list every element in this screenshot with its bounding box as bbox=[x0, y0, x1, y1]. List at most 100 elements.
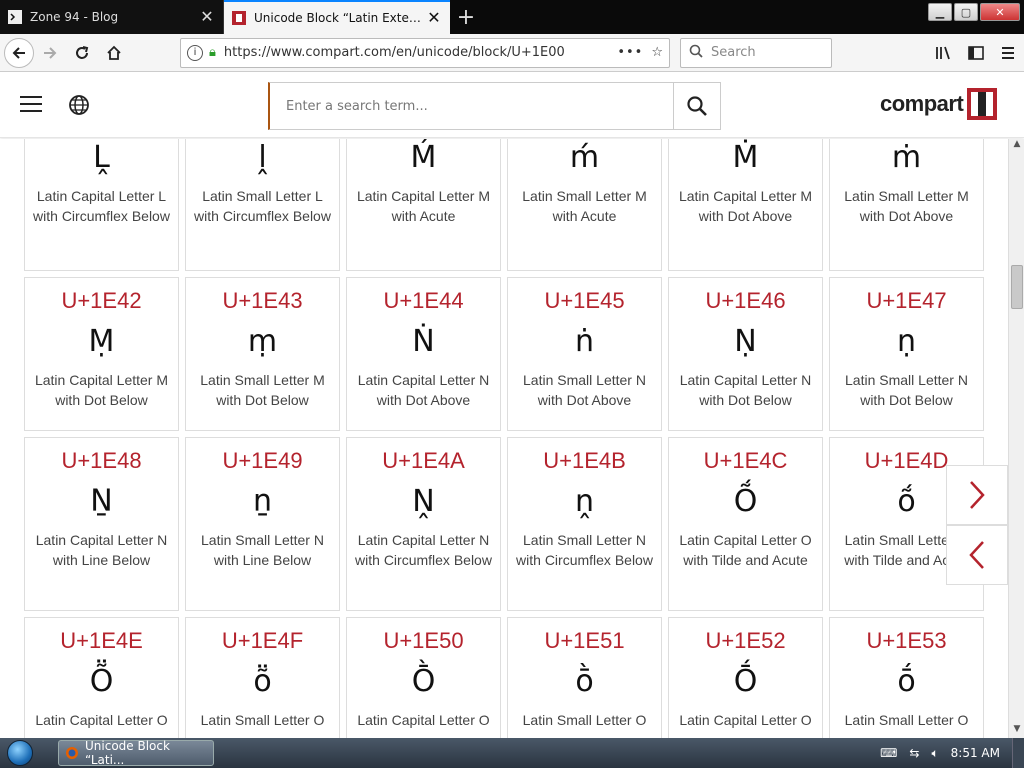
url-bar[interactable]: i 🔒︎ https://www.compart.com/en/unicode/… bbox=[180, 37, 670, 68]
tab-unicode-block[interactable]: Unicode Block “Latin Extended Additional… bbox=[224, 0, 450, 34]
home-button[interactable] bbox=[98, 37, 130, 69]
volume-icon[interactable]: 🔈︎ bbox=[931, 746, 938, 761]
character-card[interactable]: U+1E4A Ṋ Latin Capital Letter N with Circu… bbox=[346, 437, 501, 611]
codepoint-label[interactable]: U+1E4C bbox=[669, 448, 822, 474]
site-search-button[interactable] bbox=[673, 82, 721, 130]
scroll-down-icon[interactable]: ▼ bbox=[1009, 724, 1024, 738]
codepoint-label[interactable]: U+1E46 bbox=[669, 288, 822, 314]
character-card[interactable]: U+1E4E Ṏ Latin Capital Letter O bbox=[24, 617, 179, 738]
character-card[interactable]: U+1E47 ṇ Latin Small Letter N with Dot Bel… bbox=[829, 277, 984, 431]
character-card[interactable]: U+1E51 ṑ Latin Small Letter O bbox=[507, 617, 662, 738]
codepoint-label[interactable]: U+1E4B bbox=[508, 448, 661, 474]
search-placeholder: Search bbox=[711, 45, 756, 60]
codepoint-label[interactable]: U+1E49 bbox=[186, 448, 339, 474]
tab-zone94-blog[interactable]: Zone 94 - Blog ✕ bbox=[0, 0, 224, 34]
tab-bar: Zone 94 - Blog ✕ Unicode Block “Latin Ex… bbox=[0, 0, 1024, 34]
scrollbar-thumb[interactable] bbox=[1011, 265, 1023, 309]
codepoint-label[interactable]: U+1E51 bbox=[508, 628, 661, 654]
character-glyph: Ḽ bbox=[93, 140, 110, 175]
vertical-scrollbar[interactable]: ▲ ▼ bbox=[1008, 139, 1024, 738]
character-glyph: ḿ bbox=[569, 140, 600, 175]
character-card[interactable]: U+1E53 ṓ Latin Small Letter O bbox=[829, 617, 984, 738]
codepoint-label[interactable]: U+1E50 bbox=[347, 628, 500, 654]
codepoint-label[interactable]: U+1E47 bbox=[830, 288, 983, 314]
character-name: Latin Capital Letter N with Line Below bbox=[35, 532, 168, 568]
toolbar-right bbox=[928, 37, 1024, 69]
show-desktop-button[interactable] bbox=[1012, 738, 1024, 768]
codepoint-label[interactable]: U+1E4A bbox=[347, 448, 500, 474]
character-card[interactable]: ḽ Latin Small Letter L with Circumflex Be… bbox=[185, 139, 340, 271]
window-controls: ▁ ▢ ✕ bbox=[928, 3, 1020, 21]
globe-icon[interactable] bbox=[68, 94, 90, 116]
character-name: Latin Capital Letter O bbox=[679, 712, 812, 728]
character-card[interactable]: Ṁ Latin Capital Letter M with Dot Above bbox=[668, 139, 823, 271]
character-card[interactable]: U+1E50 Ṑ Latin Capital Letter O bbox=[346, 617, 501, 738]
character-card[interactable]: U+1E46 Ṇ Latin Capital Letter N with Dot B… bbox=[668, 277, 823, 431]
bookmark-star-icon[interactable]: ☆ bbox=[651, 45, 663, 60]
character-card[interactable]: U+1E4C Ṍ Latin Capital Letter O with Tilde… bbox=[668, 437, 823, 611]
menu-icon[interactable] bbox=[992, 37, 1024, 69]
start-button[interactable] bbox=[0, 738, 40, 768]
character-card[interactable]: U+1E44 Ṅ Latin Capital Letter N with Dot A… bbox=[346, 277, 501, 431]
character-card[interactable]: ṁ Latin Small Letter M with Dot Above bbox=[829, 139, 984, 271]
tab-close-icon[interactable]: ✕ bbox=[199, 9, 215, 25]
codepoint-label[interactable]: U+1E48 bbox=[25, 448, 178, 474]
codepoint-label[interactable]: U+1E45 bbox=[508, 288, 661, 314]
character-glyph: ṅ bbox=[574, 324, 594, 359]
character-card[interactable]: Ḿ Latin Capital Letter M with Acute bbox=[346, 139, 501, 271]
character-name: Latin Capital Letter M with Dot Above bbox=[678, 188, 813, 224]
character-card[interactable]: U+1E52 Ṓ Latin Capital Letter O bbox=[668, 617, 823, 738]
reload-button[interactable] bbox=[66, 37, 98, 69]
info-icon[interactable]: i bbox=[187, 44, 203, 61]
character-glyph: Ṁ bbox=[732, 140, 759, 175]
forward-button[interactable] bbox=[34, 37, 66, 69]
character-glyph: Ṍ bbox=[733, 484, 758, 519]
network-icon[interactable]: ⇆ bbox=[909, 746, 919, 760]
character-card[interactable]: ḿ Latin Small Letter M with Acute bbox=[507, 139, 662, 271]
previous-button[interactable] bbox=[946, 525, 1008, 585]
tab-close-icon[interactable]: ✕ bbox=[426, 10, 442, 26]
character-card[interactable]: U+1E42 Ṃ Latin Capital Letter M with Dot B… bbox=[24, 277, 179, 431]
browser-search-input[interactable]: Search bbox=[680, 37, 832, 68]
terminal-favicon-icon bbox=[8, 10, 22, 24]
back-button[interactable] bbox=[4, 37, 34, 68]
codepoint-label[interactable]: U+1E53 bbox=[830, 628, 983, 654]
character-card[interactable]: U+1E4F ṏ Latin Small Letter O bbox=[185, 617, 340, 738]
codepoint-label[interactable]: U+1E44 bbox=[347, 288, 500, 314]
library-icon[interactable] bbox=[928, 37, 960, 69]
character-card[interactable]: U+1E49 ṉ Latin Small Letter N with Line Be… bbox=[185, 437, 340, 611]
character-card[interactable]: U+1E4B ṋ Latin Small Letter N with Circumf… bbox=[507, 437, 662, 611]
character-card[interactable]: U+1E45 ṅ Latin Small Letter N with Dot Abo… bbox=[507, 277, 662, 431]
keyboard-icon[interactable]: ⌨ bbox=[880, 746, 897, 760]
taskbar-item-browser[interactable]: Unicode Block “Lati... bbox=[58, 739, 214, 767]
sidebar-icon[interactable] bbox=[960, 37, 992, 69]
clock[interactable]: 8:51 AM bbox=[951, 746, 1000, 760]
codepoint-label[interactable]: U+1E43 bbox=[186, 288, 339, 314]
next-button[interactable] bbox=[946, 465, 1008, 525]
character-card[interactable]: Ḽ Latin Capital Letter L with Circumflex … bbox=[24, 139, 179, 271]
page-actions-icon[interactable]: ••• bbox=[617, 45, 643, 60]
scroll-up-icon[interactable]: ▲ bbox=[1009, 139, 1024, 153]
codepoint-label[interactable]: U+1E42 bbox=[25, 288, 178, 314]
maximize-button[interactable]: ▢ bbox=[954, 3, 978, 21]
chevron-left-icon bbox=[969, 541, 984, 569]
lock-icon[interactable]: 🔒︎ bbox=[209, 45, 216, 60]
url-text[interactable]: https://www.compart.com/en/unicode/block… bbox=[224, 45, 609, 60]
character-name: Latin Capital Letter O with Tilde and Ac… bbox=[679, 532, 812, 568]
codepoint-label[interactable]: U+1E52 bbox=[669, 628, 822, 654]
character-name: Latin Capital Letter M with Acute bbox=[356, 188, 491, 224]
hamburger-menu-icon[interactable] bbox=[20, 96, 42, 112]
close-window-button[interactable]: ✕ bbox=[980, 3, 1020, 21]
site-search-input[interactable]: Enter a search term... bbox=[268, 82, 674, 130]
minimize-button[interactable]: ▁ bbox=[928, 3, 952, 21]
new-tab-icon[interactable]: + bbox=[450, 0, 482, 34]
windows-logo-icon bbox=[7, 740, 33, 766]
codepoint-label[interactable]: U+1E4F bbox=[186, 628, 339, 654]
compart-logo[interactable]: compart bbox=[880, 88, 998, 120]
character-glyph: ṓ bbox=[897, 664, 916, 699]
reload-icon bbox=[76, 45, 89, 59]
codepoint-label[interactable]: U+1E4E bbox=[25, 628, 178, 654]
character-name: Latin Small Letter M with Dot Below bbox=[200, 372, 325, 408]
character-card[interactable]: U+1E48 Ṉ Latin Capital Letter N with Line … bbox=[24, 437, 179, 611]
character-card[interactable]: U+1E43 ṃ Latin Small Letter M with Dot Bel… bbox=[185, 277, 340, 431]
